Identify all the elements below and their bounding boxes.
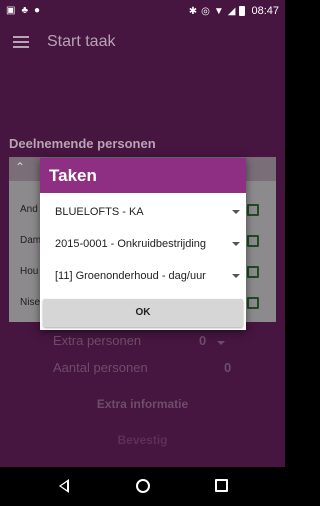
status-bar: ▣ ♣ ● ✱ ◎ ▼ ◢ 08:47 xyxy=(0,0,285,24)
page-title: Start taak xyxy=(47,33,116,50)
taken-dialog: Taken BLUELOFTS - KA 2015-0001 - Onkruid… xyxy=(40,158,246,330)
chevron-up-icon[interactable]: ⌃ xyxy=(15,160,25,174)
section-title-deelnemende-personen: Deelnemende personen xyxy=(9,136,156,151)
dialog-title: Taken xyxy=(49,166,97,185)
activity-spinner[interactable]: [11] Groenonderhoud - dag/uur xyxy=(55,268,240,286)
bluetooth-icon: ✱ xyxy=(188,5,198,17)
person-checkbox[interactable] xyxy=(247,235,259,247)
person-name: And xyxy=(20,204,38,215)
signal-icon: ◢ xyxy=(227,5,236,17)
person-name: Hou xyxy=(20,266,39,277)
status-time: 08:47 xyxy=(251,5,279,17)
toolbar: Start taak xyxy=(0,24,285,60)
person-checkbox[interactable] xyxy=(247,204,259,216)
person-checkbox[interactable] xyxy=(247,297,259,309)
project-spinner-value: BLUELOFTS - KA xyxy=(55,206,144,218)
back-icon[interactable] xyxy=(59,479,69,493)
dropdown-arrow-icon xyxy=(232,210,240,214)
app-notification-icon: ♣ xyxy=(21,5,29,16)
extra-personen-value[interactable]: 0 xyxy=(199,333,206,348)
image-notification-icon: ▣ xyxy=(6,5,16,16)
aantal-personen-label: Aantal personen xyxy=(53,360,148,375)
activity-spinner-value: [11] Groenonderhoud - dag/uur xyxy=(55,270,206,282)
extra-informatie-button[interactable]: Extra informatie xyxy=(0,397,285,411)
person-name: Dam xyxy=(20,235,42,246)
dropdown-arrow-icon xyxy=(232,274,240,278)
battery-icon xyxy=(239,6,246,16)
home-icon[interactable] xyxy=(136,479,150,493)
alarm-icon: ◎ xyxy=(201,5,210,17)
extra-personen-label: Extra personen xyxy=(53,333,142,348)
person-name: Nise xyxy=(20,297,41,308)
dialog-header: Taken xyxy=(40,158,246,193)
android-notification-icon: ● xyxy=(34,5,41,16)
person-checkbox[interactable] xyxy=(247,266,259,278)
dropdown-arrow-icon xyxy=(232,242,240,246)
wifi-icon: ▼ xyxy=(213,5,224,17)
bevestig-button[interactable]: Bevestig xyxy=(0,433,285,447)
recent-apps-icon[interactable] xyxy=(215,479,228,492)
task-spinner-value: 2015-0001 - Onkruidbestrijding xyxy=(55,238,207,250)
aantal-personen-value: 0 xyxy=(224,360,232,375)
navigation-bar xyxy=(0,467,285,506)
dropdown-arrow-icon[interactable] xyxy=(217,341,225,345)
project-spinner[interactable]: BLUELOFTS - KA xyxy=(55,204,240,222)
ok-button[interactable]: OK xyxy=(43,299,243,327)
task-spinner[interactable]: 2015-0001 - Onkruidbestrijding xyxy=(55,236,240,254)
hamburger-menu-icon[interactable] xyxy=(13,36,29,48)
